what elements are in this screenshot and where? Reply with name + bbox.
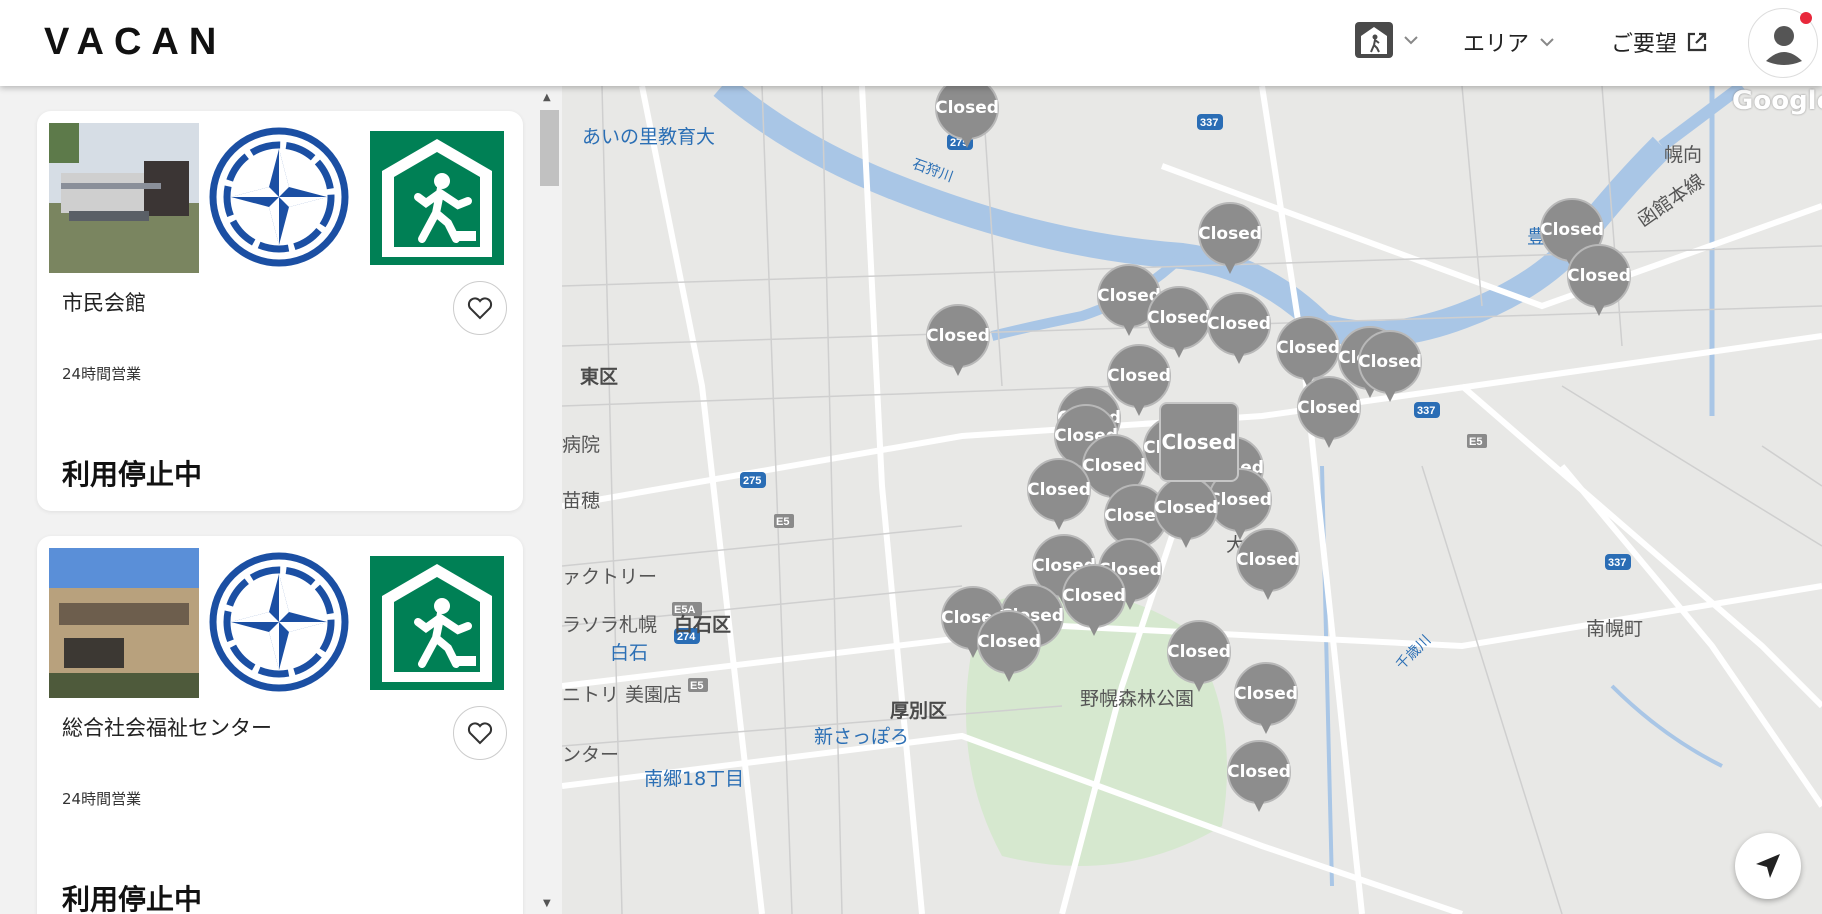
place-label: 新さっぽろ [814,726,910,748]
evacuation-shelter-icon [370,556,504,690]
place-label: 厚別区 [890,700,948,722]
map-pin-closed[interactable]: Closed [1027,458,1091,538]
place-label: 白石 [610,642,649,664]
map-pin-closed[interactable]: Closed [1227,740,1291,820]
place-label: あいの里教育大 [582,126,716,148]
heart-icon [467,297,493,320]
facility-list[interactable]: 市民会館 24時間営業 利用停止中 総合社会福祉センター 24時間営業 利用停止… [0,86,562,914]
route-shield: 337 [1608,557,1626,569]
navigation-arrow-icon [1756,854,1780,878]
google-attribution: Google [1732,86,1822,116]
facility-card[interactable]: 総合社会福祉センター 24時間営業 利用停止中 [37,536,523,914]
place-label: ァクトリー [562,566,658,588]
map-pin-closed[interactable]: Closed [977,610,1041,690]
favorite-button[interactable] [453,706,507,760]
scroll-down-arrow-icon[interactable]: ▼ [543,898,551,909]
city-emblem-logo [209,127,349,267]
facility-photo [49,548,199,698]
shelter-icon [1355,22,1393,58]
shelter-filter-toggle[interactable] [1355,22,1421,58]
area-label: エリア [1463,32,1530,57]
facility-hours: 24時間営業 [62,365,142,383]
facility-hours: 24時間営業 [62,790,142,808]
place-label: 南郷18丁目 [644,768,745,790]
map-pin-closed[interactable]: Closed [1062,564,1126,644]
city-emblem-logo [209,552,349,692]
route-shield: E5 [690,680,703,692]
notification-badge [1800,12,1812,24]
scroll-up-arrow-icon[interactable]: ▲ [543,92,551,103]
area-dropdown[interactable]: エリア [1463,26,1557,58]
map-pin-closed[interactable]: Closed [1234,662,1298,742]
external-link-icon [1687,32,1707,52]
facility-status: 利用停止中 [62,458,203,491]
map-pin-closed[interactable]: Closed [1198,202,1262,282]
place-label: 苗穂 [562,490,601,512]
evacuation-shelter-icon [370,131,504,265]
place-label: 病院 [562,434,601,456]
map-view[interactable]: 337 275 275 337 E5 E5 E5A 274 E5 337 あいの… [562,86,1822,914]
place-label: ニトリ 美園店 [562,684,683,706]
facility-name: 市民会館 [62,291,146,315]
map-pin-closed[interactable]: Closed [1236,528,1300,608]
list-scrollbar[interactable] [536,86,562,914]
favorite-button[interactable] [453,281,507,335]
route-shield: E5 [1469,436,1482,448]
place-label: 幌向 [1664,144,1703,166]
place-label: ンター [562,744,620,766]
request-label: ご要望 [1611,32,1678,57]
vacan-logo[interactable]: VACAN [44,20,234,60]
facility-status: 利用停止中 [62,883,203,914]
svg-text:VACAN: VACAN [44,21,226,60]
request-link[interactable]: ご要望 [1611,26,1709,58]
map-pin-closed[interactable]: Closed [1567,244,1631,324]
heart-icon [467,722,493,745]
chevron-down-icon [1540,38,1554,47]
map-pin-closed[interactable]: Closed [1297,376,1361,456]
route-shield: 337 [1200,117,1218,129]
app-header: VACAN エリア ご要望 [0,0,1822,86]
map-pin-closed[interactable]: Closed [1154,476,1218,556]
my-location-button[interactable] [1735,833,1801,899]
facility-photo [49,123,199,273]
route-shield: 275 [743,475,761,487]
place-label: 東区 [580,366,619,388]
map-pin-selected[interactable]: Closed [1159,402,1239,482]
map-pin-closed[interactable]: Closed [1358,330,1422,410]
place-label: 白石区 [674,614,732,636]
list-scrollbar-thumb[interactable] [540,110,559,186]
map-pin-closed[interactable]: Closed [926,304,990,384]
facility-name: 総合社会福祉センター [62,716,272,740]
place-label: 南幌町 [1586,618,1644,640]
facility-card[interactable]: 市民会館 24時間営業 利用停止中 [37,111,523,511]
place-label: ラソラ札幌 [562,614,658,636]
map-pin-closed[interactable]: Closed [1167,620,1231,700]
map-pin-closed[interactable]: Closed [1207,292,1271,372]
map-pin-closed[interactable]: Closed [935,86,999,156]
chevron-down-icon [1404,36,1418,45]
route-shield: E5 [776,516,789,528]
